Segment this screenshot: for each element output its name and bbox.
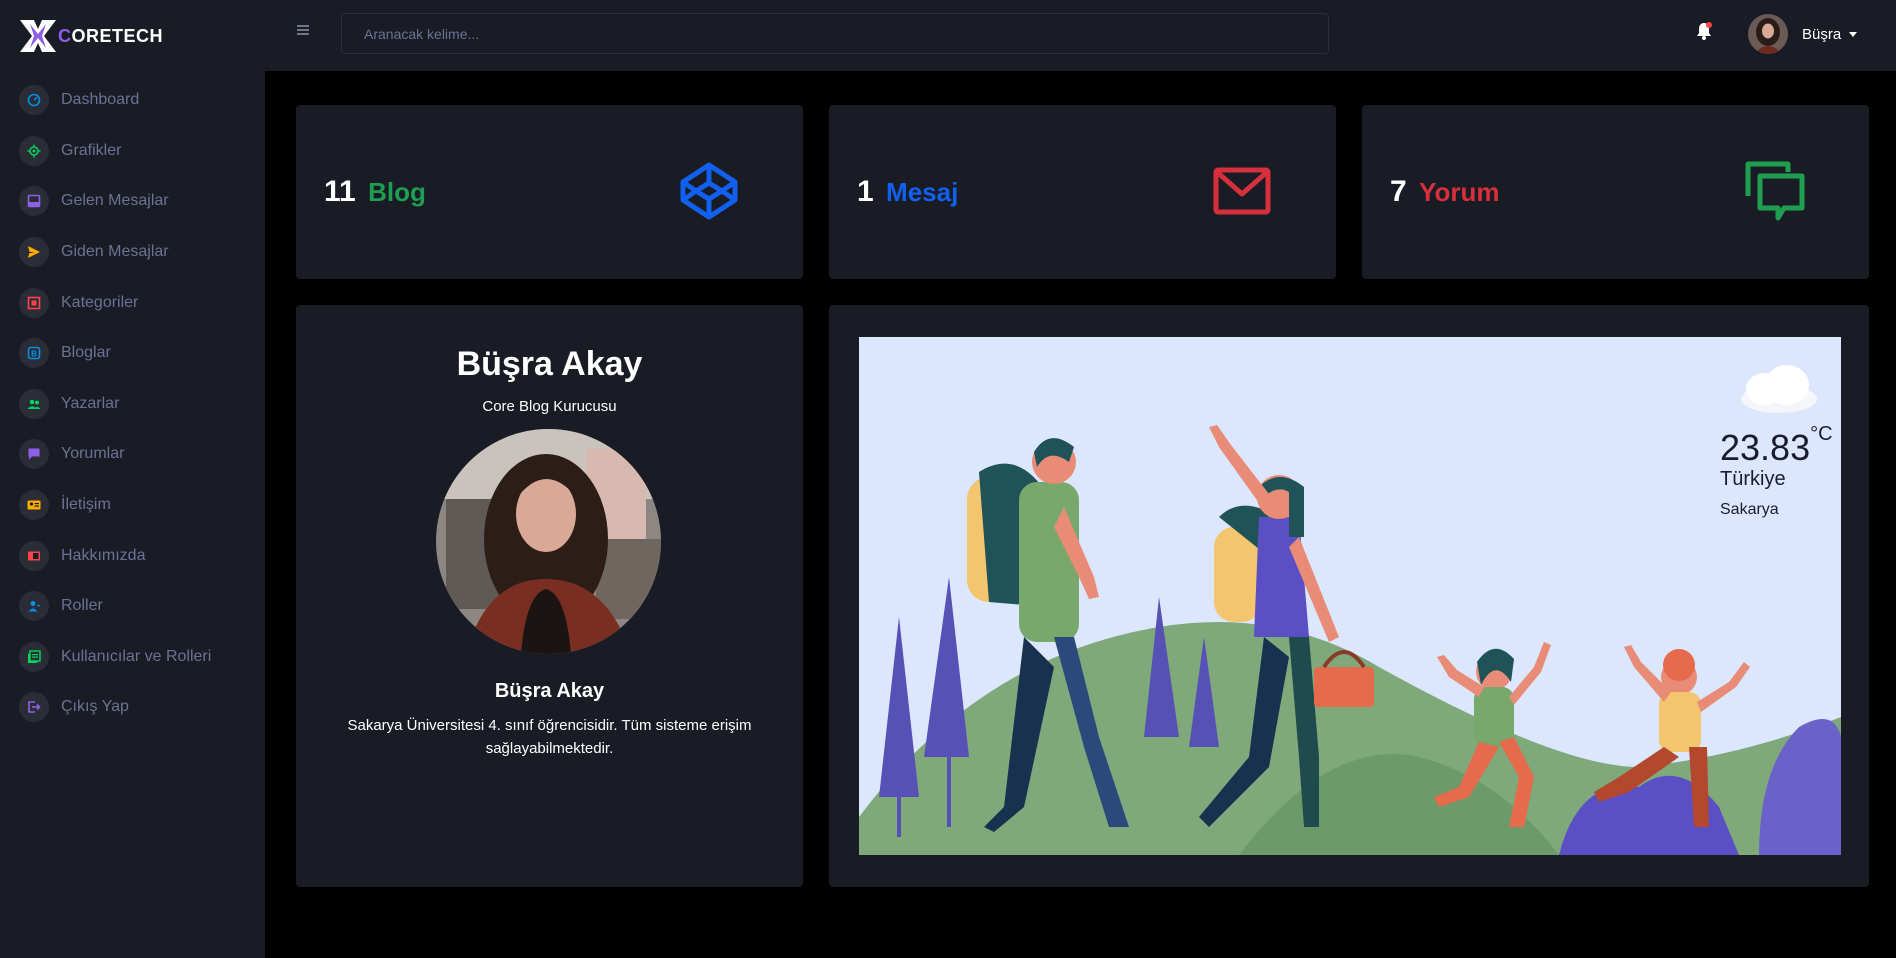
sidebar-item-iletisim[interactable]: İletişim xyxy=(0,480,265,531)
weather-city: Sakarya xyxy=(1720,501,1779,518)
sidebar-item-label: Kategoriler xyxy=(61,293,139,311)
user-list-icon xyxy=(19,641,49,672)
profile-description: Sakarya Üniversitesi 4. sınıf öğrencisid… xyxy=(347,717,752,757)
inbox-icon xyxy=(19,186,49,217)
stat-count: 1 xyxy=(857,175,874,208)
top-navbar: Büşra xyxy=(265,0,1896,71)
sidebar-item-label: İletişim xyxy=(61,496,111,514)
profile-photo xyxy=(436,429,661,654)
codepen-icon xyxy=(678,160,740,222)
stat-card-yorum: 7 Yorum xyxy=(1362,105,1869,279)
svg-text:B: B xyxy=(31,350,37,359)
hamburger-menu-icon[interactable] xyxy=(295,22,311,38)
stat-label: Blog xyxy=(368,177,426,207)
sidebar: CORETECH Dashboard Grafikler Gelen Mesaj… xyxy=(0,0,265,958)
contact-card-icon xyxy=(19,490,49,521)
sidebar-item-roller[interactable]: Roller xyxy=(0,581,265,632)
user-dropdown[interactable]: Büşra xyxy=(1748,14,1858,54)
weather-temperature: 23.83°C xyxy=(1720,423,1833,468)
sidebar-item-label: Yorumlar xyxy=(61,445,125,463)
sidebar-item-label: Çıkış Yap xyxy=(61,698,129,716)
chat-icon xyxy=(1744,160,1806,222)
users-icon xyxy=(19,388,49,419)
stat-label: Yorum xyxy=(1419,177,1500,207)
profile-subtitle: Core Blog Kurucusu xyxy=(482,398,617,415)
chevron-down-icon xyxy=(1849,31,1858,37)
send-icon xyxy=(19,237,49,268)
sidebar-item-giden-mesajlar[interactable]: Giden Mesajlar xyxy=(0,227,265,278)
sidebar-item-yorumlar[interactable]: Yorumlar xyxy=(0,429,265,480)
sidebar-item-label: Hakkımızda xyxy=(61,546,146,564)
stat-card-mesaj: 1 Mesaj xyxy=(829,105,1336,279)
temperature-unit: °C xyxy=(1810,423,1833,445)
comment-icon xyxy=(19,439,49,470)
brand-name: CORETECH xyxy=(58,25,164,46)
stat-count: 11 xyxy=(324,175,356,208)
search-input[interactable] xyxy=(341,13,1329,54)
sidebar-nav: Dashboard Grafikler Gelen Mesajlar Giden… xyxy=(0,75,265,733)
role-icon xyxy=(19,591,49,622)
weather-illustration xyxy=(859,337,1841,855)
brand-logo[interactable]: CORETECH xyxy=(20,18,163,54)
stat-text: 7 Yorum xyxy=(1390,175,1499,209)
sidebar-item-gelen-mesajlar[interactable]: Gelen Mesajlar xyxy=(0,176,265,227)
sidebar-item-label: Grafikler xyxy=(61,141,122,159)
stat-label: Mesaj xyxy=(886,177,959,207)
speedometer-icon xyxy=(19,85,49,116)
stat-card-blog: 11 Blog xyxy=(296,105,803,279)
notification-bell-icon[interactable] xyxy=(1693,20,1715,42)
sidebar-item-label: Giden Mesajlar xyxy=(61,243,169,261)
stat-text: 11 Blog xyxy=(324,175,426,209)
profile-title: Büşra Akay xyxy=(456,345,643,383)
sidebar-item-label: Dashboard xyxy=(61,91,140,109)
sidebar-item-bloglar[interactable]: B Bloglar xyxy=(0,328,265,379)
sidebar-item-hakkimizda[interactable]: Hakkımızda xyxy=(0,530,265,581)
user-name: Büşra xyxy=(1802,25,1842,43)
about-icon xyxy=(19,540,49,571)
sidebar-item-kullanicilar-ve-rolleri[interactable]: Kullanıcılar ve Rolleri xyxy=(0,632,265,683)
sidebar-item-grafikler[interactable]: Grafikler xyxy=(0,126,265,177)
blog-icon: B xyxy=(19,338,49,369)
avatar xyxy=(1748,14,1788,54)
logout-icon xyxy=(19,692,49,723)
sidebar-item-label: Roller xyxy=(61,597,103,615)
profile-card: Büşra Akay Core Blog Kurucusu Büşra Akay… xyxy=(296,305,803,887)
sidebar-item-label: Bloglar xyxy=(61,344,111,362)
sidebar-item-label: Yazarlar xyxy=(61,394,120,412)
envelope-icon xyxy=(1211,160,1273,222)
stat-count: 7 xyxy=(1390,175,1407,208)
sidebar-item-yazarlar[interactable]: Yazarlar xyxy=(0,379,265,430)
profile-name: Büşra Akay xyxy=(494,680,605,702)
category-icon xyxy=(19,287,49,318)
weather-country: Türkiye xyxy=(1720,468,1786,490)
logo-icon xyxy=(20,20,56,52)
sidebar-item-kategoriler[interactable]: Kategoriler xyxy=(0,277,265,328)
sidebar-item-label: Gelen Mesajlar xyxy=(61,192,169,210)
stat-text: 1 Mesaj xyxy=(857,175,958,209)
sidebar-item-cikis-yap[interactable]: Çıkış Yap xyxy=(0,682,265,733)
sidebar-item-label: Kullanıcılar ve Rolleri xyxy=(61,647,212,665)
weather-card: 23.83°C Türkiye Sakarya xyxy=(829,305,1869,887)
chart-icon xyxy=(19,135,49,166)
sidebar-item-dashboard[interactable]: Dashboard xyxy=(0,75,265,126)
